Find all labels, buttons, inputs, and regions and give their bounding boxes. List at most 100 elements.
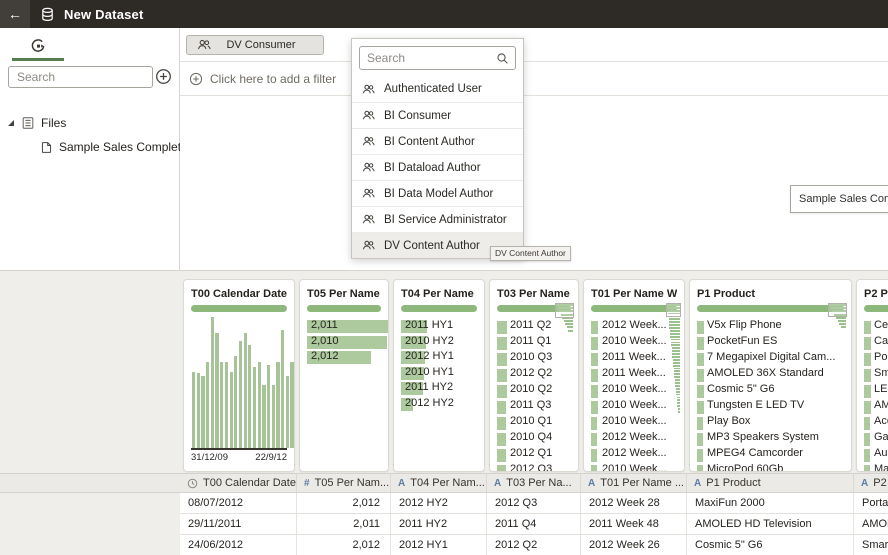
column-header-t00[interactable]: T00 Calendar Date [180,474,297,492]
dataset-icon [40,7,55,22]
column-header-t01[interactable]: A T01 Per Name ... [581,474,687,492]
value-label: Play Box [697,415,844,427]
role-chip[interactable]: DV Consumer [186,35,324,55]
role-item[interactable]: BI Dataload Author [352,154,523,180]
card-title: T01 Per Name Week [591,288,677,300]
tree-node-files[interactable]: Files [0,113,179,133]
add-filter-bar[interactable]: Click here to add a filter [180,62,888,96]
list-item: 2012 Week... [591,431,677,447]
list-item: 2010 Week... [591,399,677,415]
value-label: 2010 HY2 [401,335,477,347]
list-item: 2,010 [307,335,381,351]
list-item: 2011 Week... [591,367,677,383]
column-card-t04[interactable]: T04 Per Name ... 2011 HY1 2010 HY2 2012 … [393,279,485,472]
column-card-t03[interactable]: T03 Per Name Qtr 2011 Q2 2011 Q1 2010 Q3… [489,279,579,472]
column-card-p2[interactable]: P2 Pro Cell Ph Came Portal Smart LED AMO… [856,279,888,472]
cell-text: MaxiFun 2000 [687,493,854,513]
role-item[interactable]: BI Consumer [352,102,523,128]
value-label: 2010 Week... [591,463,677,472]
text-icon: A [588,478,595,489]
value-label: 2012 Week... [591,319,677,331]
list-item: 2010 Q4 [497,431,571,447]
value-label: 2010 Q4 [497,431,571,443]
people-icon [362,239,375,252]
column-header-t04[interactable]: A T04 Per Nam... [391,474,487,492]
list-item: Maint [864,463,888,472]
list-item: 2011 Q1 [497,335,571,351]
role-dropdown: Authenticated User BI Consumer BI Conten… [351,38,524,259]
list-item: AMOLED 36X Standard [697,367,844,383]
people-icon [362,135,375,148]
value-label: 2012 Week... [591,431,677,443]
column-header-t03[interactable]: A T03 Per Na... [487,474,581,492]
list-item: Smart [864,367,888,383]
value-label: 2012 Q2 [497,367,571,379]
cell-text: 2012 Q3 [487,493,581,513]
connections-icon [30,38,46,54]
column-card-p1[interactable]: P1 Product V5x Flip Phone PocketFun ES 7… [689,279,852,472]
list-item: Portal [864,351,888,367]
cell-text: 2011 HY2 [391,514,487,534]
column-card-t05[interactable]: T05 Per Name Y... 2,011 2,010 2,012 [299,279,389,472]
role-chip-label: DV Consumer [211,39,323,51]
card-title: P2 Pro [864,288,888,300]
dataset-file-icon [40,141,53,154]
list-item: Cosmic 5" G6 [697,383,844,399]
list-item: 2010 Q3 [497,351,571,367]
tree-node-dataset[interactable]: Sample Sales Complete... [0,137,179,157]
value-label: 2012 Q1 [497,447,571,459]
card-title: T03 Per Name Qtr [497,288,571,300]
cell-text: 2012 Q2 [487,535,581,555]
value-label: 2010 Week... [591,415,677,427]
column-header-label: T03 Per Na... [506,477,571,489]
column-header-p1[interactable]: A P1 Product [687,474,854,492]
role-item[interactable]: Authenticated User [352,76,523,102]
role-item-label: Authenticated User [384,83,482,95]
list-item: 2011 HY1 [401,319,477,335]
quality-bar [307,305,381,312]
list-item: 2010 Week... [591,383,677,399]
text-icon: A [861,478,868,489]
list-item: PocketFun ES [697,335,844,351]
add-dataset-button[interactable] [154,67,173,86]
value-label: 2010 Week... [591,335,677,347]
expand-caret-icon[interactable] [8,120,14,126]
cell-number: 2,011 [297,514,391,534]
column-header-label: P2 P [873,477,888,489]
back-button[interactable]: ← [0,0,30,28]
table-header-row: T00 Calendar Date # T05 Per Nam... A T04… [0,473,888,493]
list-item: 2,011 [307,319,381,335]
scroll-thumb[interactable] [555,303,574,318]
role-item[interactable]: BI Data Model Author [352,180,523,206]
role-item[interactable]: BI Content Author [352,128,523,154]
people-icon [362,83,375,96]
column-header-p2[interactable]: A P2 P [854,474,888,492]
column-header-t05[interactable]: # T05 Per Nam... [297,474,391,492]
sidebar-search-input[interactable] [8,66,153,88]
dataset-diagram-node[interactable]: Sample Sales Complete [790,185,888,213]
role-item[interactable]: BI Service Administrator [352,206,523,232]
connections-tab[interactable] [12,32,64,61]
dropdown-search-input[interactable] [359,46,516,70]
sidebar: Files Sample Sales Complete... [0,28,180,270]
card-title: T05 Per Name Y... [307,288,381,300]
table-row: 24/06/2012 2,012 2012 HY1 2012 Q2 2012 W… [180,535,888,555]
scroll-thumb[interactable] [666,303,681,317]
frequency-strip [667,304,680,413]
scroll-thumb[interactable] [828,303,847,317]
value-label: 2,011 [307,319,381,331]
card-title: T04 Per Name ... [401,288,477,300]
quality-bar [864,305,888,312]
list-item: Cell Ph [864,319,888,335]
list-item: 2,012 [307,350,381,366]
column-card-t00[interactable]: T00 Calendar Date 31/12/09 22/9/12 [183,279,295,472]
cell-date: 24/06/2012 [180,535,297,555]
cell-text: Portab [854,493,888,513]
value-label: 2011 Q1 [497,335,571,347]
list-item: 2010 Q2 [497,383,571,399]
cell-text: 2012 Week 26 [581,535,687,555]
value-list: 2012 Week... 2010 Week... 2011 Week... 2… [591,319,677,472]
text-icon: A [694,478,701,489]
column-card-t01[interactable]: T01 Per Name Week 2012 Week... 2010 Week… [583,279,685,472]
files-tree: Files Sample Sales Complete... [0,113,179,157]
